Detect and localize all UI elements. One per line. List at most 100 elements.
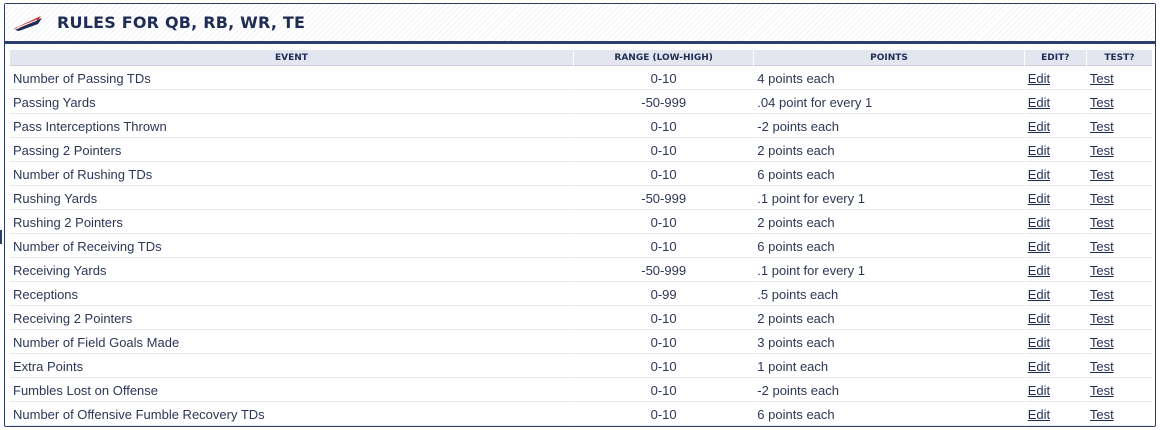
edit-link[interactable]: Edit	[1028, 71, 1050, 86]
points-cell: .5 points each	[754, 283, 1024, 306]
range-cell: 0-10	[573, 235, 754, 258]
event-cell: Number of Receiving TDs	[10, 235, 573, 258]
range-cell: 0-10	[573, 355, 754, 378]
event-cell: Receptions	[10, 283, 573, 306]
range-cell: 0-10	[573, 115, 754, 138]
edit-link[interactable]: Edit	[1028, 119, 1050, 134]
test-cell: Test	[1086, 403, 1152, 426]
column-header-event: EVENT	[10, 50, 573, 66]
test-cell: Test	[1086, 91, 1152, 114]
edit-cell: Edit	[1024, 211, 1086, 234]
range-cell: 0-10	[573, 307, 754, 330]
edit-link[interactable]: Edit	[1028, 335, 1050, 350]
table-header-row: EVENT RANGE (LOW-HIGH) POINTS EDIT? TEST…	[10, 50, 1152, 66]
table-row: Rushing 2 Pointers 0-10 2 points each Edit T…	[10, 211, 1152, 234]
test-link[interactable]: Test	[1090, 215, 1114, 230]
event-cell: Number of Passing TDs	[10, 67, 573, 90]
test-link[interactable]: Test	[1090, 95, 1114, 110]
edit-cell: Edit	[1024, 235, 1086, 258]
edit-cell: Edit	[1024, 187, 1086, 210]
event-cell: Extra Points	[10, 355, 573, 378]
table-row: Extra Points 0-10 1 point each Edit Test	[10, 355, 1152, 378]
edit-cell: Edit	[1024, 355, 1086, 378]
edit-link[interactable]: Edit	[1028, 311, 1050, 326]
points-cell: -2 points each	[754, 379, 1024, 402]
column-header-range: RANGE (LOW-HIGH)	[573, 50, 754, 66]
range-cell: 0-10	[573, 379, 754, 402]
range-cell: 0-10	[573, 139, 754, 162]
test-link[interactable]: Test	[1090, 311, 1114, 326]
points-cell: 2 points each	[754, 307, 1024, 330]
range-cell: 0-10	[573, 67, 754, 90]
event-cell: Receiving 2 Pointers	[10, 307, 573, 330]
points-cell: 3 points each	[754, 331, 1024, 354]
edit-link[interactable]: Edit	[1028, 167, 1050, 182]
edit-link[interactable]: Edit	[1028, 359, 1050, 374]
test-link[interactable]: Test	[1090, 407, 1114, 422]
points-cell: .04 point for every 1	[754, 91, 1024, 114]
table-row: Receiving Yards -50-999.1 point for every…	[10, 259, 1152, 282]
edit-link[interactable]: Edit	[1028, 95, 1050, 110]
test-link[interactable]: Test	[1090, 239, 1114, 254]
edit-cell: Edit	[1024, 163, 1086, 186]
table-row: Receptions 0-99.5 points each Edit Test	[10, 283, 1152, 306]
edit-cell: Edit	[1024, 259, 1086, 282]
event-cell: Fumbles Lost on Offense	[10, 379, 573, 402]
table-row: Number of Offensive Fumble Recovery TDs 0…	[10, 403, 1152, 426]
edit-cell: Edit	[1024, 139, 1086, 162]
points-cell: 6 points each	[754, 163, 1024, 186]
edit-link[interactable]: Edit	[1028, 287, 1050, 302]
test-cell: Test	[1086, 331, 1152, 354]
event-cell: Number of Rushing TDs	[10, 163, 573, 186]
test-link[interactable]: Test	[1090, 263, 1114, 278]
panel-header: RULES FOR QB, RB, WR, TE	[5, 4, 1155, 44]
event-cell: Number of Offensive Fumble Recovery TDs	[10, 403, 573, 426]
test-cell: Test	[1086, 379, 1152, 402]
test-cell: Test	[1086, 187, 1152, 210]
points-cell: 6 points each	[754, 403, 1024, 426]
flag-logo-icon	[13, 15, 42, 31]
test-cell: Test	[1086, 259, 1152, 282]
points-cell: 1 point each	[754, 355, 1024, 378]
test-cell: Test	[1086, 115, 1152, 138]
page-edge-marker	[0, 230, 2, 244]
table-row: Number of Rushing TDs 0-10 6 points each Ed…	[10, 163, 1152, 186]
test-link[interactable]: Test	[1090, 335, 1114, 350]
rules-table-body: Number of Passing TDs 0-10 4 points each Ed…	[10, 67, 1152, 426]
test-link[interactable]: Test	[1090, 71, 1114, 86]
test-cell: Test	[1086, 163, 1152, 186]
event-cell: Passing 2 Pointers	[10, 139, 573, 162]
table-row: Number of Field Goals Made 0-10 3 points e…	[10, 331, 1152, 354]
test-cell: Test	[1086, 211, 1152, 234]
test-link[interactable]: Test	[1090, 119, 1114, 134]
range-cell: 0-10	[573, 331, 754, 354]
edit-link[interactable]: Edit	[1028, 407, 1050, 422]
edit-cell: Edit	[1024, 91, 1086, 114]
range-cell: 0-99	[573, 283, 754, 306]
points-cell: 2 points each	[754, 211, 1024, 234]
test-link[interactable]: Test	[1090, 191, 1114, 206]
edit-link[interactable]: Edit	[1028, 383, 1050, 398]
edit-link[interactable]: Edit	[1028, 143, 1050, 158]
test-cell: Test	[1086, 355, 1152, 378]
edit-link[interactable]: Edit	[1028, 215, 1050, 230]
test-link[interactable]: Test	[1090, 383, 1114, 398]
test-link[interactable]: Test	[1090, 143, 1114, 158]
table-row: Number of Passing TDs 0-10 4 points each Ed…	[10, 67, 1152, 90]
event-cell: Number of Field Goals Made	[10, 331, 573, 354]
test-link[interactable]: Test	[1090, 287, 1114, 302]
table-row: Passing 2 Pointers 0-10 2 points each Edit T…	[10, 139, 1152, 162]
column-header-test: TEST?	[1086, 50, 1152, 66]
table-row: Number of Receiving TDs 0-10 6 points each…	[10, 235, 1152, 258]
range-cell: 0-10	[573, 211, 754, 234]
event-cell: Pass Interceptions Thrown	[10, 115, 573, 138]
edit-link[interactable]: Edit	[1028, 263, 1050, 278]
test-link[interactable]: Test	[1090, 167, 1114, 182]
points-cell: -2 points each	[754, 115, 1024, 138]
event-cell: Rushing Yards	[10, 187, 573, 210]
test-link[interactable]: Test	[1090, 359, 1114, 374]
edit-link[interactable]: Edit	[1028, 239, 1050, 254]
table-row: Fumbles Lost on Offense 0-10 -2 points eac…	[10, 379, 1152, 402]
edit-link[interactable]: Edit	[1028, 191, 1050, 206]
range-cell: 0-10	[573, 163, 754, 186]
